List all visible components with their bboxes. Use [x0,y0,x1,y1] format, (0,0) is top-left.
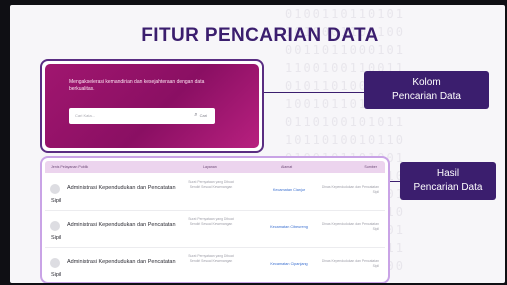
presentation-slide: 0100110110101 1010001101100 001101100010… [10,5,505,283]
row-sumber: Dinas Kependudukan dan Pencatatan Sipil [321,222,379,231]
column-header-layanan: Layanan [203,165,217,169]
results-panel-frame: Jenis Pelayanan Publik Layanan Alamat Su… [40,156,390,283]
row-service-name: Administrasi Kependudukan dan Pencatatan [67,222,176,228]
search-button-label: Cari [199,113,207,118]
row-alamat-link[interactable]: Kecamatan Cipanjang [256,262,322,266]
table-row[interactable]: Administrasi Kependudukan dan Pencatatan… [45,175,385,211]
results-callout-line2: Pencarian Data [413,182,483,193]
search-input-box[interactable]: Cari Kata... ⌕ Cari [69,108,215,124]
row-layanan: Surat Pernyataan yang Dibuat Sendiri Ses… [188,180,234,189]
column-header-jenis: Jenis Pelayanan Publik [51,165,89,169]
results-callout: Hasil Pencarian Data [400,162,496,200]
search-input[interactable]: Cari Kata... [75,113,95,118]
row-alamat-link[interactable]: Kecamatan Cibeureng [256,225,322,229]
results-table: Jenis Pelayanan Publik Layanan Alamat Su… [45,161,385,279]
row-avatar [50,184,60,194]
slide-title: FITUR PENCARIAN DATA [141,25,379,46]
column-header-alamat: Alamat [281,165,293,169]
column-header-sumber: Sumber [364,165,377,169]
row-sumber: Dinas Kependudukan dan Pencatatan Sipil [321,185,379,194]
search-banner: Mengakselerasi kemandirian dan kesejahte… [45,64,259,148]
table-row[interactable]: Administrasi Kependudukan dan Pencatatan… [45,212,385,248]
search-callout-line1: Kolom [412,77,441,88]
row-service-name-cont: Sipil [51,272,62,278]
row-service-name-cont: Sipil [51,198,62,204]
row-sumber: Dinas Kependudukan dan Pencatatan Sipil [321,259,379,268]
row-service-name: Administrasi Kependudukan dan Pencatatan [67,259,176,265]
row-layanan: Surat Pernyataan yang Dibuat Sendiri Ses… [188,217,234,226]
results-callout-line1: Hasil [436,168,460,179]
row-layanan: Surat Pernyataan yang Dibuat Sendiri Ses… [188,254,234,263]
search-callout-connector [264,92,364,93]
row-alamat-link[interactable]: Kecamatan Cianjur [256,188,322,192]
search-callout: Kolom Pencarian Data [364,71,489,109]
results-header-row: Jenis Pelayanan Publik Layanan Alamat Su… [45,161,385,173]
search-button[interactable]: ⌕ Cari [194,112,207,119]
row-avatar [50,258,60,268]
results-callout-connector [390,181,400,182]
search-callout-line2: Pencarian Data [392,91,461,102]
table-row[interactable]: Administrasi Kependudukan dan Pencatatan… [45,249,385,283]
search-icon: ⌕ [194,112,198,118]
row-service-name: Administrasi Kependudukan dan Pencatatan [67,185,176,191]
row-service-name-cont: Sipil [51,235,62,241]
row-avatar [50,221,60,231]
search-description: Mengakselerasi kemandirian dan kesejahte… [69,79,205,92]
search-panel-frame: Mengakselerasi kemandirian dan kesejahte… [40,59,264,153]
